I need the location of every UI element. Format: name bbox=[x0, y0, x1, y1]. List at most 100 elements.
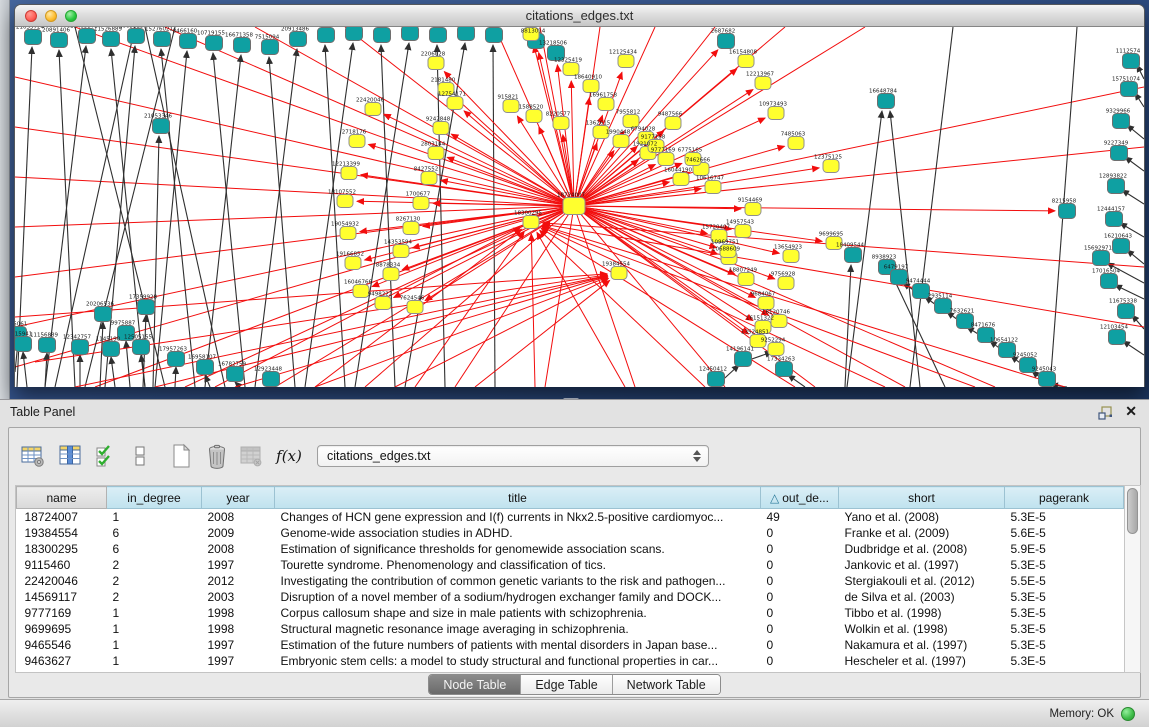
network-node[interactable] bbox=[735, 352, 752, 367]
network-edge[interactable] bbox=[451, 134, 574, 206]
table-cell[interactable]: Genome-wide association studies in ADHD. bbox=[275, 525, 761, 541]
network-node[interactable] bbox=[138, 300, 155, 315]
table-cell[interactable]: 18724007 bbox=[17, 509, 107, 525]
network-node[interactable] bbox=[79, 29, 96, 44]
network-node[interactable] bbox=[428, 147, 444, 160]
rows-icon[interactable] bbox=[126, 442, 154, 470]
table-cell[interactable]: Franke et al. (2009) bbox=[839, 525, 1005, 541]
network-node[interactable] bbox=[1113, 114, 1130, 129]
table-cell[interactable]: 1 bbox=[107, 653, 202, 669]
network-edge[interactable] bbox=[540, 230, 705, 387]
table-cell[interactable]: Nakamura et al. (1997) bbox=[839, 637, 1005, 653]
table-cell[interactable]: Jankovic et al. (1997) bbox=[839, 557, 1005, 573]
network-edge[interactable] bbox=[161, 49, 195, 387]
network-edge[interactable] bbox=[1127, 250, 1144, 264]
tab-network-table[interactable]: Network Table bbox=[612, 675, 720, 694]
network-edge[interactable] bbox=[910, 27, 953, 387]
table-row[interactable]: 946554611997Estimation of the future num… bbox=[17, 637, 1124, 653]
network-edge[interactable] bbox=[574, 206, 718, 254]
network-node[interactable] bbox=[823, 160, 839, 173]
network-node[interactable] bbox=[503, 100, 519, 113]
table-cell[interactable]: 0 bbox=[761, 605, 839, 621]
network-edge[interactable] bbox=[574, 206, 635, 387]
close-window-button[interactable] bbox=[25, 10, 37, 22]
network-node[interactable] bbox=[658, 153, 674, 166]
table-cell[interactable]: 0 bbox=[761, 573, 839, 589]
network-node[interactable] bbox=[738, 55, 754, 68]
vertical-scrollbar[interactable] bbox=[1124, 485, 1141, 673]
table-cell[interactable]: 5.3E-5 bbox=[1005, 605, 1124, 621]
table-cell[interactable]: 2008 bbox=[202, 509, 275, 525]
table-cell[interactable]: Disruption of a novel member of a sodium… bbox=[275, 589, 761, 605]
network-edge[interactable] bbox=[275, 206, 574, 387]
network-node[interactable] bbox=[345, 257, 361, 270]
close-panel-icon[interactable]: ✕ bbox=[1125, 403, 1137, 420]
table-column-icon[interactable] bbox=[56, 442, 84, 470]
network-canvas[interactable]: 1872400718300295193845542105572420891406… bbox=[15, 27, 1144, 387]
table-cell[interactable]: 5.9E-5 bbox=[1005, 541, 1124, 557]
network-node[interactable] bbox=[413, 197, 429, 210]
network-node[interactable] bbox=[447, 97, 463, 110]
network-node[interactable] bbox=[51, 33, 68, 48]
tab-edge-table[interactable]: Edge Table bbox=[520, 675, 611, 694]
network-node[interactable] bbox=[365, 103, 381, 116]
network-node[interactable] bbox=[783, 250, 799, 263]
table-row[interactable]: 946362711997Embryonic stem cells: a mode… bbox=[17, 653, 1124, 669]
table-cell[interactable]: 0 bbox=[761, 541, 839, 557]
table-cell[interactable]: 9699695 bbox=[17, 621, 107, 637]
table-cell[interactable]: Yano et al. (2008) bbox=[839, 509, 1005, 525]
network-node[interactable] bbox=[349, 135, 365, 148]
network-node[interactable] bbox=[428, 57, 444, 70]
table-cell[interactable]: Tourette syndrome. Phenomenology and cla… bbox=[275, 557, 761, 573]
table-cell[interactable]: 9115460 bbox=[17, 557, 107, 573]
network-node[interactable] bbox=[745, 203, 761, 216]
network-node[interactable] bbox=[1111, 146, 1128, 161]
network-node[interactable] bbox=[374, 28, 391, 43]
network-node[interactable] bbox=[755, 77, 771, 90]
network-node[interactable] bbox=[618, 55, 634, 68]
network-view-window[interactable]: citations_edges.txt bbox=[14, 4, 1145, 387]
table-cell[interactable]: 9463627 bbox=[17, 653, 107, 669]
table-row[interactable]: 1938455462009Genome-wide association stu… bbox=[17, 525, 1124, 541]
network-node[interactable] bbox=[526, 110, 542, 123]
table-cell[interactable]: 5.3E-5 bbox=[1005, 509, 1124, 525]
table-cell[interactable]: Tibbo et al. (1998) bbox=[839, 605, 1005, 621]
network-node[interactable] bbox=[337, 195, 353, 208]
network-node[interactable] bbox=[15, 337, 32, 352]
network-edge[interactable] bbox=[215, 228, 520, 387]
table-cell[interactable]: 1997 bbox=[202, 637, 275, 653]
network-node[interactable] bbox=[430, 28, 447, 43]
table-cell[interactable]: 1 bbox=[107, 605, 202, 621]
network-node[interactable] bbox=[234, 38, 251, 53]
network-edge[interactable] bbox=[213, 53, 245, 387]
network-node[interactable] bbox=[718, 34, 735, 49]
network-edge[interactable] bbox=[155, 51, 187, 387]
network-node[interactable] bbox=[523, 216, 539, 229]
network-node[interactable] bbox=[553, 117, 569, 130]
column-header-out_de[interactable]: △out_de... bbox=[761, 487, 839, 509]
network-node[interactable] bbox=[25, 30, 42, 45]
table-cell[interactable]: 9465546 bbox=[17, 637, 107, 653]
network-node[interactable] bbox=[1039, 372, 1056, 387]
network-node[interactable] bbox=[263, 372, 280, 387]
table-cell[interactable]: 6 bbox=[107, 525, 202, 541]
table-cell[interactable]: 5.6E-5 bbox=[1005, 525, 1124, 541]
network-node[interactable] bbox=[433, 122, 449, 135]
network-node[interactable] bbox=[346, 27, 363, 41]
table-cell[interactable]: 1 bbox=[107, 637, 202, 653]
network-node[interactable] bbox=[1109, 330, 1126, 345]
column-header-in_degree[interactable]: in_degree bbox=[107, 487, 202, 509]
network-node[interactable] bbox=[95, 307, 112, 322]
table-cell[interactable]: 0 bbox=[761, 621, 839, 637]
network-node[interactable] bbox=[375, 297, 391, 310]
table-cell[interactable]: 1997 bbox=[202, 653, 275, 669]
table-cell[interactable]: 2 bbox=[107, 573, 202, 589]
table-row[interactable]: 2242004622012Investigating the contribut… bbox=[17, 573, 1124, 589]
network-edge[interactable] bbox=[1127, 125, 1144, 139]
table-cell[interactable]: 1998 bbox=[202, 621, 275, 637]
float-panel-icon[interactable] bbox=[1097, 405, 1113, 421]
select-all-icon[interactable] bbox=[92, 442, 120, 470]
table-cell[interactable]: 1997 bbox=[202, 557, 275, 573]
table-cell[interactable]: 0 bbox=[761, 557, 839, 573]
column-header-year[interactable]: year bbox=[202, 487, 275, 509]
